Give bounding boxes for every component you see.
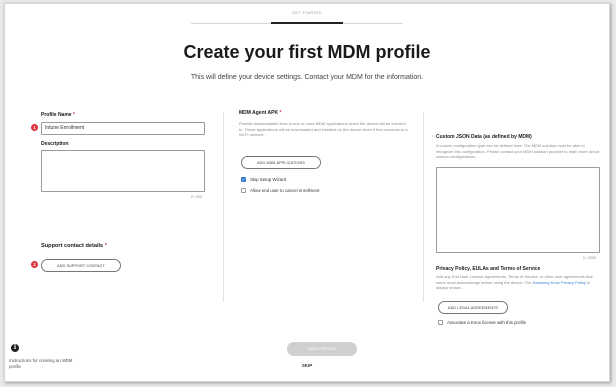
step-bar-active bbox=[271, 22, 343, 24]
required-marker: * bbox=[279, 110, 282, 116]
column-divider-right bbox=[423, 112, 424, 302]
page-subtitle: This will define your device settings. C… bbox=[190, 74, 424, 81]
instructions-link[interactable]: Instructions for creating an MDM profile bbox=[9, 358, 79, 370]
description-label: Description bbox=[41, 141, 69, 147]
info-icon[interactable]: i bbox=[11, 344, 19, 352]
custom-json-label: Custom JSON Data (as defined by MDM) bbox=[436, 134, 532, 140]
step-bar-left bbox=[191, 23, 271, 24]
knox-license-checkbox[interactable] bbox=[438, 320, 443, 325]
skip-setup-wizard-checkbox[interactable]: ✓ bbox=[241, 177, 246, 182]
add-legal-agreements-button[interactable]: ADD LEGAL AGREEMENTS bbox=[438, 301, 508, 314]
custom-json-help: A custom configuration type can be defin… bbox=[436, 143, 599, 160]
step-bar-right bbox=[343, 23, 403, 24]
skip-setup-wizard-label: Skip Setup Wizard bbox=[250, 177, 287, 182]
annotation-badge-2: 2 bbox=[31, 261, 38, 268]
profile-name-input[interactable]: Intune Enrollment bbox=[41, 122, 205, 135]
annotation-badge-1: 1 bbox=[31, 124, 38, 131]
page-title: Create your first MDM profile bbox=[183, 42, 431, 62]
profile-name-label-text: Profile Name bbox=[41, 112, 72, 118]
description-counter: 0 / 200 bbox=[191, 195, 202, 199]
allow-cancel-enrollment-label: Allow end user to cancel enrollment bbox=[250, 188, 320, 193]
custom-json-counter: 0 / 2000 bbox=[583, 256, 596, 260]
support-contact-label-text: Support contact details bbox=[41, 243, 104, 249]
step-indicator-label: GET STARTED bbox=[292, 10, 322, 15]
allow-cancel-enrollment-checkbox[interactable] bbox=[241, 188, 246, 193]
profile-name-label: Profile Name * bbox=[41, 112, 75, 118]
mdm-agent-apk-label: MDM Agent APK * bbox=[239, 110, 281, 116]
required-marker: * bbox=[104, 243, 107, 249]
knox-license-label: Associate a Knox license with this profi… bbox=[447, 320, 527, 325]
samsung-knox-privacy-policy-link[interactable]: Samsung Knox Privacy Policy bbox=[533, 280, 586, 285]
add-support-contact-button[interactable]: ADD SUPPORT CONTACT bbox=[41, 259, 121, 272]
mdm-agent-apk-help: Provide downloadable links of one or mor… bbox=[239, 121, 408, 138]
support-contact-label: Support contact details * bbox=[41, 243, 107, 249]
add-mdm-applications-button[interactable]: ADD MDM APPLICATIONS bbox=[241, 156, 321, 169]
skip-link[interactable]: SKIP bbox=[5, 363, 609, 368]
mdm-agent-apk-label-text: MDM Agent APK bbox=[239, 110, 279, 116]
required-marker: * bbox=[72, 112, 75, 118]
mdm-profile-page: GET STARTED Create your first MDM profil… bbox=[4, 3, 610, 382]
column-divider-left bbox=[223, 112, 224, 302]
save-profile-button[interactable]: SAVE PROFILE bbox=[287, 342, 357, 356]
description-textarea[interactable] bbox=[41, 150, 205, 192]
custom-json-textarea[interactable] bbox=[436, 167, 600, 253]
privacy-policy-help: Add any End User License Agreements, Ter… bbox=[436, 274, 602, 291]
privacy-policy-label: Privacy Policy, EULAs and Terms of Servi… bbox=[436, 266, 541, 272]
